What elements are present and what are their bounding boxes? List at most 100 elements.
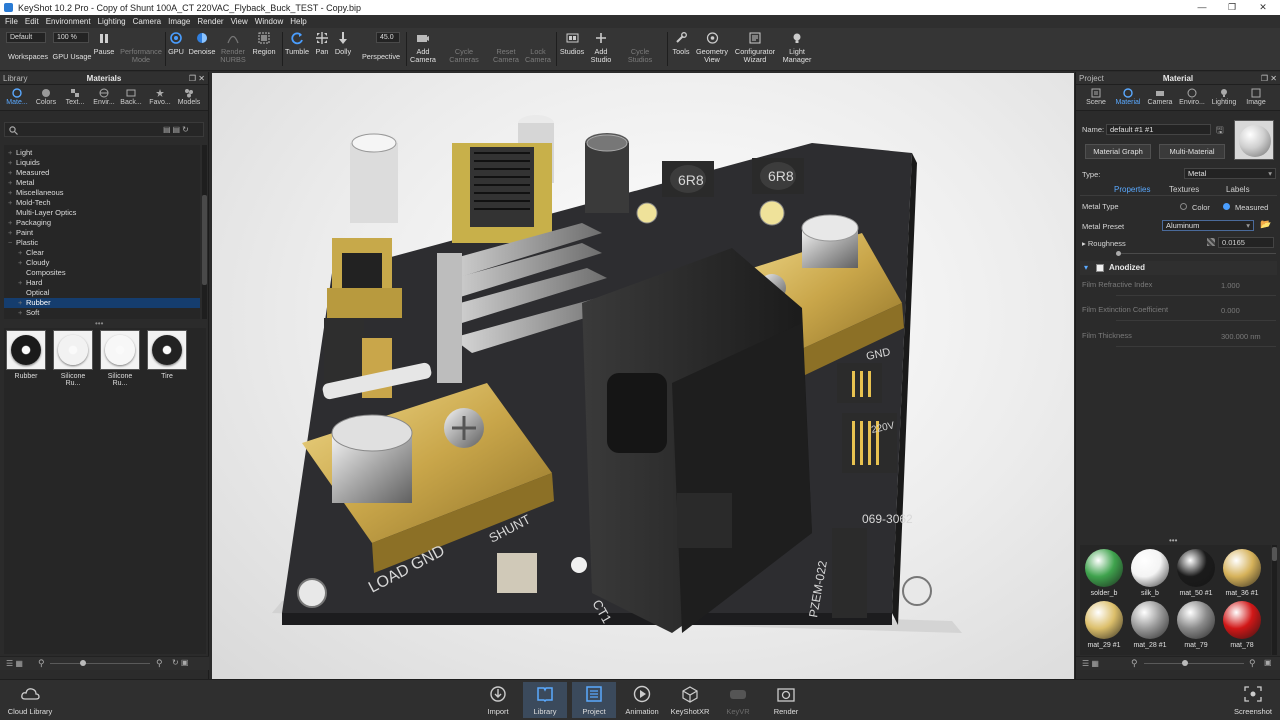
light-manager-button[interactable]: Light Manager (779, 30, 815, 64)
configurator-wizard-button[interactable]: Configurator Wizard (733, 30, 777, 64)
library-toggle-button[interactable]: Library (523, 682, 567, 718)
zoom-in-icon[interactable]: ⚲ (1249, 658, 1256, 669)
expander-icon[interactable]: + (8, 168, 16, 178)
menu-render[interactable]: Render (197, 17, 223, 26)
multi-material-button[interactable]: Multi-Material (1159, 144, 1225, 159)
menu-lighting[interactable]: Lighting (98, 17, 126, 26)
tab-camera[interactable]: Camera (1146, 88, 1174, 106)
performance-mode-button[interactable]: Performance Mode (118, 30, 164, 64)
radio-color[interactable] (1180, 203, 1187, 210)
tab-material[interactable]: Material (1114, 88, 1142, 106)
subtab-textures[interactable]: Textures (1169, 185, 1199, 194)
film-thickness-slider[interactable] (1116, 346, 1276, 347)
expander-icon[interactable]: + (18, 278, 26, 288)
cloud-library-button[interactable]: Cloud Library (6, 684, 54, 716)
import-button[interactable]: Import (476, 684, 520, 716)
material-ball[interactable] (1085, 549, 1123, 587)
expander-icon[interactable]: + (8, 158, 16, 168)
roughness-input[interactable]: 0.0165 (1218, 237, 1274, 248)
expander-icon[interactable]: + (8, 148, 16, 158)
pan-button[interactable]: Pan (312, 30, 332, 56)
menu-image[interactable]: Image (168, 17, 190, 26)
lock-camera-button[interactable]: Lock Camera (522, 30, 554, 64)
material-ball[interactable] (1131, 549, 1169, 587)
tab-colors[interactable]: Colors (32, 88, 60, 106)
keyvr-button[interactable]: KeyVR (716, 684, 760, 716)
menu-window[interactable]: Window (255, 17, 283, 26)
keyshotxr-button[interactable]: KeyShotXR (668, 684, 712, 716)
project-toggle-button[interactable]: Project (572, 682, 616, 718)
pause-button[interactable]: Pause (92, 30, 116, 56)
tree-item[interactable]: + Rubber (4, 298, 200, 308)
tree-item[interactable]: + Paint (4, 228, 200, 238)
screenshot-button[interactable]: Screenshot (1230, 684, 1276, 716)
menu-edit[interactable]: Edit (25, 17, 39, 26)
expander-icon[interactable]: + (18, 258, 26, 268)
tab-environments[interactable]: Envir... (90, 88, 118, 106)
zoom-in-icon[interactable]: ⚲ (156, 658, 163, 669)
tree-item[interactable]: + Mold-Tech (4, 198, 200, 208)
close-window-button[interactable]: ✕ (1248, 0, 1278, 15)
minimize-button[interactable]: — (1187, 0, 1217, 15)
tab-favorites[interactable]: Favo... (146, 88, 174, 106)
expander-icon[interactable]: + (8, 188, 16, 198)
material-ball[interactable] (1177, 549, 1215, 587)
expander-icon[interactable]: + (8, 218, 16, 228)
cycle-cameras-button[interactable]: Cycle Cameras (446, 30, 482, 64)
tab-materials[interactable]: Mate... (3, 88, 31, 106)
list-view-icons[interactable]: ☰ ▦ (6, 659, 23, 668)
geometry-view-button[interactable]: Geometry View (694, 30, 730, 64)
tree-item[interactable]: Composites (4, 268, 200, 278)
menu-view[interactable]: View (231, 17, 248, 26)
add-studio-button[interactable]: Add Studio (588, 30, 614, 64)
expander-icon[interactable]: + (18, 248, 26, 258)
render-button[interactable]: Render (764, 684, 808, 716)
grid-toggle-icon[interactable]: ▣ (1264, 658, 1272, 667)
zoom-out-icon[interactable]: ⚲ (1131, 658, 1138, 669)
material-ball[interactable] (1223, 601, 1261, 639)
tab-lighting[interactable]: Lighting (1210, 88, 1238, 106)
material-ball[interactable] (1223, 549, 1261, 587)
tools-button[interactable]: Tools (669, 30, 693, 56)
dolly-button[interactable]: Dolly (333, 30, 353, 56)
expander-icon[interactable]: + (8, 178, 16, 188)
reset-camera-button[interactable]: Reset Camera (489, 30, 523, 64)
roughness-expander[interactable]: ▸ Roughness (1082, 239, 1126, 248)
expander-icon[interactable]: + (8, 228, 16, 238)
film-extinction-slider[interactable] (1116, 320, 1276, 321)
tree-item[interactable]: + Light (4, 148, 200, 158)
tab-backplates[interactable]: Back... (117, 88, 145, 106)
material-size-slider[interactable] (1144, 660, 1244, 666)
tree-item[interactable]: + Clear (4, 248, 200, 258)
materials-scrollbar[interactable] (1272, 545, 1277, 655)
gpu-usage-field[interactable]: 100 % (53, 32, 89, 43)
material-preview[interactable] (1234, 120, 1274, 160)
menu-environment[interactable]: Environment (46, 17, 91, 26)
material-thumbnail[interactable]: Tire (147, 330, 187, 380)
tab-image[interactable]: Image (1242, 88, 1270, 106)
panel-float-close-icons[interactable]: ❐ ✕ (189, 72, 205, 85)
library-folder-actions-icons[interactable]: ▤▤↻ (163, 125, 203, 135)
menu-help[interactable]: Help (290, 17, 306, 26)
material-type-select[interactable]: Metal ▾ (1184, 168, 1276, 179)
workspace-select[interactable]: Default (6, 32, 46, 43)
tree-item[interactable]: + Packaging (4, 218, 200, 228)
maximize-button[interactable]: ❐ (1217, 0, 1247, 15)
tree-item[interactable]: Optical (4, 288, 200, 298)
tree-item[interactable]: + Hard (4, 278, 200, 288)
menu-file[interactable]: File (5, 17, 18, 26)
menu-camera[interactable]: Camera (133, 17, 161, 26)
splitter-handle-icon[interactable]: ••• (1169, 536, 1177, 545)
tree-item[interactable]: + Metal (4, 178, 200, 188)
fov-field[interactable]: 45.0 (376, 32, 400, 43)
expander-icon[interactable]: + (18, 298, 26, 308)
tree-item[interactable]: − Plastic (4, 238, 200, 248)
anodized-section-header[interactable]: ▾ Anodized (1080, 261, 1277, 275)
render-nurbs-button[interactable]: Render NURBS (218, 30, 248, 64)
tree-item[interactable]: + Measured (4, 168, 200, 178)
tab-environment[interactable]: Enviro... (1178, 88, 1206, 106)
texture-map-icon[interactable] (1207, 238, 1215, 246)
tree-item[interactable]: Multi-Layer Optics (4, 208, 200, 218)
tree-item[interactable]: + Cloudy (4, 258, 200, 268)
subtab-properties[interactable]: Properties (1114, 185, 1150, 194)
